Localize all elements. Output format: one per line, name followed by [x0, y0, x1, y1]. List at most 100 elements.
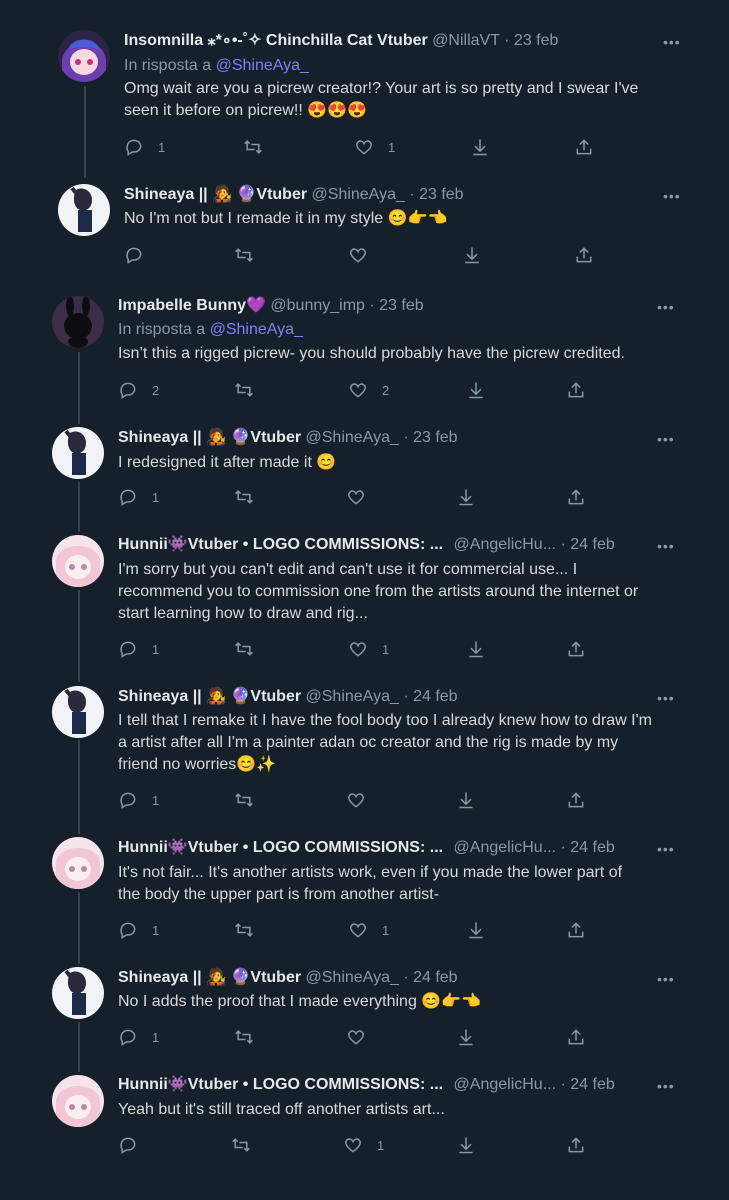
author-name[interactable]: Shineaya || 🧑‍🎤 🔮Vtuber: [118, 429, 301, 446]
share-button[interactable]: [566, 380, 586, 400]
more-options-icon[interactable]: •••: [657, 841, 675, 857]
like-button[interactable]: [346, 1027, 380, 1047]
download-button[interactable]: [456, 487, 476, 507]
retweet-button[interactable]: [234, 1027, 254, 1047]
like-button[interactable]: 2: [348, 380, 389, 400]
share-button[interactable]: [566, 639, 586, 659]
retweet-button[interactable]: [234, 790, 254, 810]
like-button[interactable]: 1: [354, 137, 395, 157]
share-button[interactable]: [566, 1027, 586, 1047]
more-options-icon[interactable]: •••: [657, 1078, 675, 1094]
author-handle[interactable]: @AngelicHu...: [454, 536, 557, 553]
separator: ·: [504, 32, 510, 49]
share-button[interactable]: [566, 1135, 586, 1155]
more-options-icon[interactable]: •••: [657, 971, 675, 987]
author-handle[interactable]: @ShineAya_: [312, 186, 405, 203]
more-options-icon[interactable]: •••: [663, 34, 681, 50]
reply-button[interactable]: 1: [118, 639, 159, 659]
reply-button[interactable]: 1: [118, 1027, 159, 1047]
avatar[interactable]: [58, 184, 110, 236]
author-handle[interactable]: @AngelicHu...: [454, 839, 557, 856]
reply-button[interactable]: 1: [118, 790, 159, 810]
timestamp[interactable]: 23 feb: [413, 429, 457, 446]
share-button[interactable]: [566, 790, 586, 810]
timestamp[interactable]: 23 feb: [379, 297, 423, 314]
retweet-button[interactable]: [231, 1135, 251, 1155]
download-button[interactable]: [456, 1135, 476, 1155]
reply-button[interactable]: 1: [124, 137, 165, 157]
share-button[interactable]: [574, 137, 594, 157]
avatar[interactable]: [52, 837, 104, 889]
author-name[interactable]: Impabelle Bunny💜: [118, 297, 266, 314]
share-button[interactable]: [574, 245, 594, 265]
download-button[interactable]: [456, 790, 476, 810]
retweet-button[interactable]: [234, 639, 254, 659]
avatar[interactable]: [52, 535, 104, 587]
more-options-icon[interactable]: •••: [657, 431, 675, 447]
author-handle[interactable]: @ShineAya_: [306, 688, 399, 705]
download-button[interactable]: [466, 639, 486, 659]
reply-button[interactable]: 1: [118, 487, 159, 507]
heart-icon: [344, 1138, 362, 1153]
tweet-text-line: recommend you to commission one from the…: [118, 583, 639, 600]
retweet-button[interactable]: [234, 920, 254, 940]
more-options-icon[interactable]: •••: [657, 299, 675, 315]
more-options-icon[interactable]: •••: [657, 690, 675, 706]
share-button[interactable]: [566, 487, 586, 507]
reply-button[interactable]: 1: [118, 920, 159, 940]
author-name[interactable]: Shineaya || 🧑‍🎤 🔮Vtuber: [118, 969, 301, 986]
like-button[interactable]: 1: [343, 1135, 384, 1155]
retweet-button[interactable]: [234, 380, 254, 400]
like-button[interactable]: [348, 245, 382, 265]
reply-mention-link[interactable]: @ShineAya_: [210, 321, 303, 338]
retweet-icon: [235, 383, 253, 397]
more-options-icon[interactable]: •••: [663, 188, 681, 204]
timestamp[interactable]: 24 feb: [570, 839, 614, 856]
like-button[interactable]: [346, 790, 380, 810]
reply-button[interactable]: 2: [118, 380, 159, 400]
like-button[interactable]: 1: [348, 639, 389, 659]
author-handle[interactable]: @NillaVT: [432, 32, 500, 49]
retweet-button[interactable]: [243, 137, 263, 157]
retweet-button[interactable]: [234, 245, 254, 265]
share-icon: [568, 1137, 584, 1153]
timestamp[interactable]: 24 feb: [413, 688, 457, 705]
like-button[interactable]: [346, 487, 380, 507]
author-name[interactable]: Hunnii👾Vtuber • LOGO COMMISSIONS: ...: [118, 1076, 443, 1093]
download-button[interactable]: [470, 137, 490, 157]
avatar[interactable]: [58, 30, 110, 82]
avatar[interactable]: [52, 1075, 104, 1127]
author-handle[interactable]: @AngelicHu...: [454, 1076, 557, 1093]
author-name[interactable]: Hunnii👾Vtuber • LOGO COMMISSIONS: ...: [118, 536, 443, 553]
download-button[interactable]: [466, 380, 486, 400]
share-button[interactable]: [566, 920, 586, 940]
author-name[interactable]: Shineaya || 🧑‍🎤 🔮Vtuber: [118, 688, 301, 705]
timestamp[interactable]: 24 feb: [570, 536, 614, 553]
reply-button[interactable]: [118, 1135, 152, 1155]
author-name[interactable]: Insomnilla ⁎*∘•-˚✧ Chinchilla Cat Vtuber: [124, 32, 428, 49]
download-icon: [459, 489, 473, 506]
more-options-icon[interactable]: •••: [657, 538, 675, 554]
author-handle[interactable]: @ShineAya_: [306, 429, 399, 446]
timestamp[interactable]: 24 feb: [413, 969, 457, 986]
timestamp[interactable]: 23 feb: [419, 186, 463, 203]
author-name[interactable]: Hunnii👾Vtuber • LOGO COMMISSIONS: ...: [118, 839, 443, 856]
separator: ·: [560, 1076, 566, 1093]
timestamp[interactable]: 23 feb: [514, 32, 558, 49]
avatar[interactable]: [52, 296, 104, 348]
author-handle[interactable]: @bunny_imp: [270, 297, 365, 314]
download-button[interactable]: [466, 920, 486, 940]
author-name[interactable]: Shineaya || 🧑‍🎤 🔮Vtuber: [124, 186, 307, 203]
reply-button[interactable]: [124, 245, 158, 265]
timestamp[interactable]: 24 feb: [570, 1076, 614, 1093]
download-button[interactable]: [462, 245, 482, 265]
avatar[interactable]: [52, 967, 104, 1019]
avatar[interactable]: [52, 427, 104, 479]
avatar[interactable]: [52, 686, 104, 738]
like-button[interactable]: 1: [348, 920, 389, 940]
reply-mention-link[interactable]: @ShineAya_: [216, 57, 309, 74]
retweet-button[interactable]: [234, 487, 254, 507]
reply-to-label: In risposta a: [124, 57, 212, 74]
download-button[interactable]: [456, 1027, 476, 1047]
author-handle[interactable]: @ShineAya_: [306, 969, 399, 986]
